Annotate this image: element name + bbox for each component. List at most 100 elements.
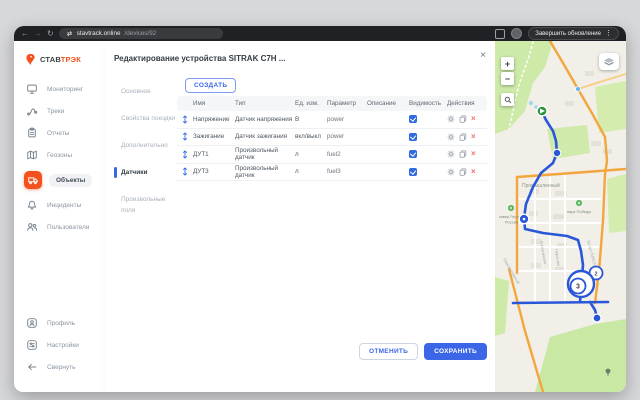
finish-update-button[interactable]: Завершить обновление ⋮ bbox=[528, 27, 619, 40]
sidebar-item-incidents[interactable]: Инциденты bbox=[14, 194, 105, 216]
sidebar-footer: Профиль Настройки Свернуть bbox=[14, 312, 105, 378]
settings-icon bbox=[24, 337, 40, 353]
map-search-button[interactable] bbox=[501, 93, 514, 106]
copy-icon[interactable] bbox=[459, 133, 467, 141]
transit-stop-icon bbox=[576, 87, 581, 92]
sidebar-item-tracks[interactable]: Треки bbox=[14, 100, 105, 122]
tab-additional[interactable]: Дополнительно bbox=[114, 140, 176, 151]
tab-custom-fields[interactable]: Произвольные поля bbox=[114, 194, 176, 216]
copy-icon[interactable] bbox=[459, 115, 467, 123]
layers-icon bbox=[603, 57, 615, 67]
col-unit: Ед. изм. bbox=[295, 100, 327, 107]
sensor-unit: л bbox=[295, 151, 327, 158]
reload-button[interactable]: ↻ bbox=[47, 30, 54, 38]
gear-icon[interactable] bbox=[447, 150, 455, 158]
sidebar-item-settings[interactable]: Настройки bbox=[14, 334, 105, 356]
map-layers-button[interactable] bbox=[599, 53, 619, 70]
logo-text: СТАВТРЭК bbox=[40, 55, 81, 64]
sensor-param: fuel2 bbox=[327, 151, 367, 158]
sensor-param: power bbox=[327, 133, 367, 140]
delete-icon[interactable]: × bbox=[471, 133, 476, 141]
copy-icon[interactable] bbox=[459, 150, 467, 158]
create-button[interactable]: СОЗДАТЬ bbox=[185, 78, 236, 93]
finish-update-label: Завершить обновление bbox=[535, 31, 601, 37]
route-end-marker[interactable] bbox=[593, 314, 601, 322]
drag-handle-icon[interactable] bbox=[177, 149, 193, 160]
map-label-park: парк Победы bbox=[567, 209, 591, 214]
delete-icon[interactable]: × bbox=[471, 115, 476, 123]
sidebar-item-label: Мониторинг bbox=[47, 86, 83, 93]
screen: ← → ↻ stavtrack.online/devices/92 Заверш… bbox=[0, 0, 640, 400]
users-icon bbox=[24, 219, 40, 235]
drag-handle-icon[interactable] bbox=[177, 131, 193, 142]
tab-trip-properties[interactable]: Свойства поездки bbox=[114, 113, 176, 124]
gear-icon[interactable] bbox=[447, 115, 455, 123]
sensor-type: Датчик напряжения bbox=[235, 116, 295, 123]
address-bar[interactable]: stavtrack.online/devices/92 bbox=[59, 28, 223, 39]
monitor-icon bbox=[24, 81, 40, 97]
sidebar: СТАВТРЭК Мониторинг Треки bbox=[14, 41, 105, 392]
modal-footer: ОТМЕНИТЬ СОХРАНИТЬ bbox=[359, 343, 487, 360]
table-row: ДУТ3 Произвольный датчик л fuel3 × bbox=[177, 164, 487, 182]
gear-icon[interactable] bbox=[447, 168, 455, 176]
route-point-marker[interactable] bbox=[553, 149, 561, 157]
col-description: Описание bbox=[367, 100, 409, 107]
back-button[interactable]: ← bbox=[21, 30, 29, 38]
profile-avatar[interactable] bbox=[511, 28, 522, 39]
drag-handle-icon[interactable] bbox=[177, 166, 193, 177]
save-button[interactable]: СОХРАНИТЬ bbox=[424, 343, 487, 360]
sidebar-item-users[interactable]: Пользователи bbox=[14, 216, 105, 238]
sensor-type: Датчик зажигания bbox=[235, 133, 295, 140]
map-label-park: России bbox=[505, 220, 518, 225]
sidebar-item-geozones[interactable]: Геозоны bbox=[14, 144, 105, 166]
map[interactable]: Промышленный сквер Героев России парк По… bbox=[495, 41, 626, 392]
col-visibility: Видимость bbox=[409, 100, 447, 107]
tab-sensors[interactable]: Датчики bbox=[114, 167, 176, 178]
visibility-checkbox[interactable] bbox=[409, 115, 417, 123]
sidebar-item-profile[interactable]: Профиль bbox=[14, 312, 105, 334]
sidebar-item-label: Объекты bbox=[49, 174, 92, 187]
copy-icon[interactable] bbox=[459, 168, 467, 176]
sensor-param: power bbox=[327, 116, 367, 123]
zoom-out-button[interactable]: − bbox=[501, 72, 514, 85]
sidebar-item-monitoring[interactable]: Мониторинг bbox=[14, 78, 105, 100]
sidebar-item-reports[interactable]: Отчеты bbox=[14, 122, 105, 144]
sensor-type: Произвольный датчик bbox=[235, 147, 295, 161]
visibility-checkbox[interactable] bbox=[409, 168, 417, 176]
zoom-in-button[interactable]: + bbox=[501, 57, 514, 70]
tab-main[interactable]: Основное bbox=[114, 86, 176, 97]
col-param: Параметр bbox=[327, 100, 367, 107]
col-name: Имя bbox=[193, 100, 235, 107]
forward-button[interactable]: → bbox=[34, 30, 42, 38]
col-type: Тип bbox=[235, 100, 295, 107]
logo[interactable]: СТАВТРЭК bbox=[14, 41, 105, 78]
visibility-checkbox[interactable] bbox=[409, 133, 417, 141]
map-icon bbox=[24, 147, 40, 163]
table-row: ДУТ1 Произвольный датчик л fuel2 × bbox=[177, 146, 487, 164]
close-icon[interactable]: × bbox=[480, 51, 486, 61]
table-header: Имя Тип Ед. изм. Параметр Описание Видим… bbox=[177, 96, 487, 111]
browser-window: ← → ↻ stavtrack.online/devices/92 Заверш… bbox=[14, 26, 626, 392]
modal-tab-list: Основное Свойства поездки Дополнительно … bbox=[114, 86, 176, 232]
sensor-name: ДУТ1 bbox=[193, 151, 235, 158]
table-row: Зажигание Датчик зажигания вкл/выкл powe… bbox=[177, 129, 487, 147]
drag-handle-icon[interactable] bbox=[177, 114, 193, 125]
sidebar-collapse-button[interactable]: Свернуть bbox=[14, 356, 105, 378]
sidebar-item-objects[interactable]: Объекты bbox=[14, 166, 105, 194]
browser-menu-icon[interactable]: ⋮ bbox=[605, 30, 612, 37]
gear-icon[interactable] bbox=[447, 133, 455, 141]
arrow-left-icon bbox=[24, 359, 40, 375]
delete-icon[interactable]: × bbox=[471, 168, 476, 176]
sensor-unit: л bbox=[295, 168, 327, 175]
modal-title: Редактирование устройства SITRAK C7H ... bbox=[114, 54, 285, 63]
map-canvas: Промышленный сквер Героев России парк По… bbox=[495, 41, 626, 392]
cancel-button[interactable]: ОТМЕНИТЬ bbox=[359, 343, 418, 360]
sensor-name: Напряжение bbox=[193, 116, 235, 123]
table-row: Напряжение Датчик напряжения В power × bbox=[177, 111, 487, 129]
browser-chrome: ← → ↻ stavtrack.online/devices/92 Заверш… bbox=[14, 26, 626, 41]
visibility-checkbox[interactable] bbox=[409, 150, 417, 158]
delete-icon[interactable]: × bbox=[471, 150, 476, 158]
cluster-badge-count: 2 bbox=[594, 271, 597, 277]
extension-icon[interactable] bbox=[495, 29, 505, 39]
chrome-right-controls: Завершить обновление ⋮ bbox=[495, 27, 619, 40]
